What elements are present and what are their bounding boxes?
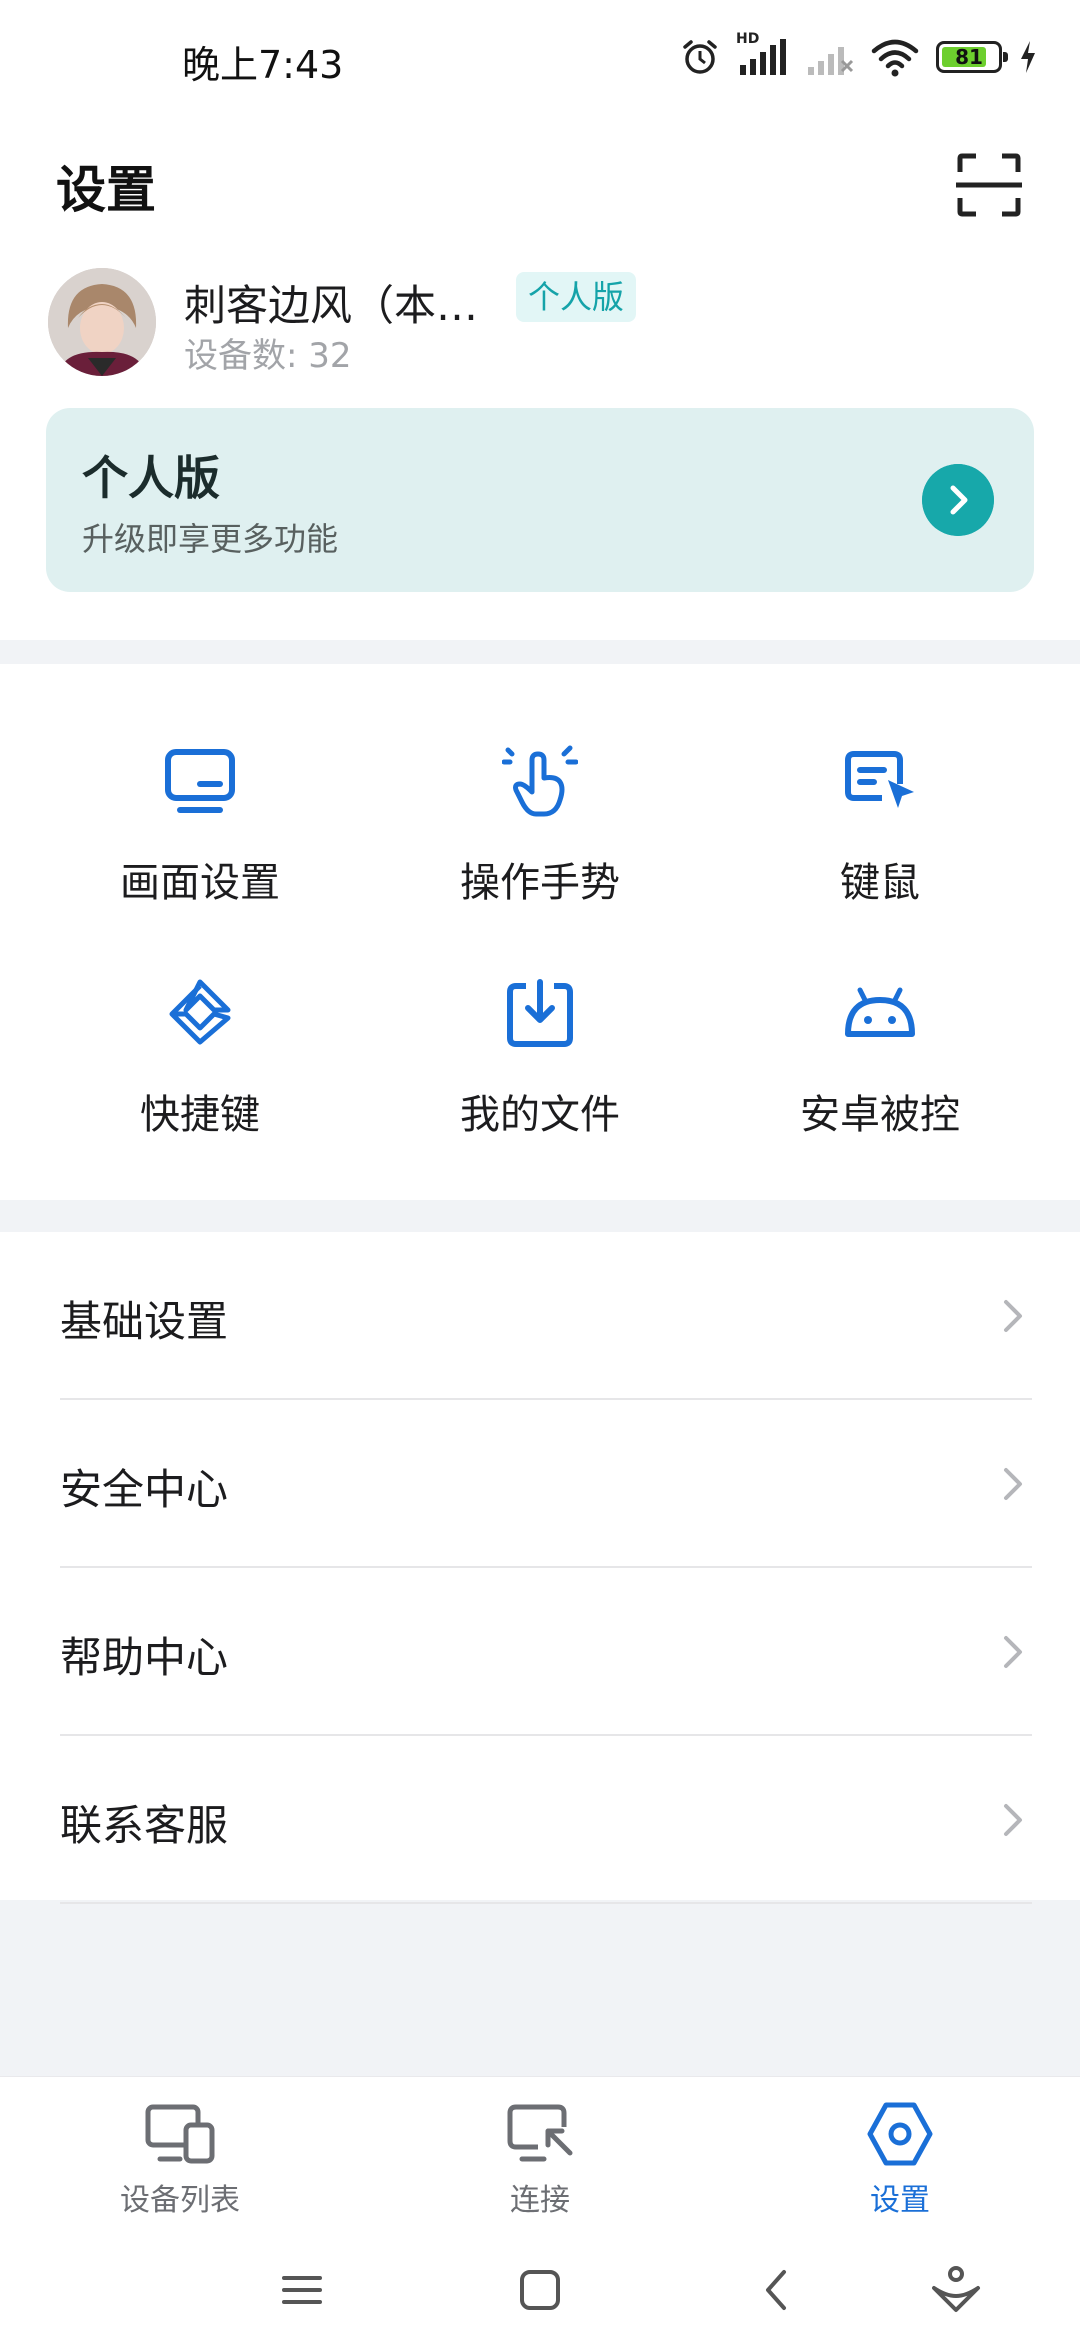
battery-percent: 81 bbox=[955, 45, 983, 69]
edition-badge: 个人版 bbox=[516, 272, 637, 322]
gesture-icon bbox=[502, 745, 578, 817]
no-signal-icon bbox=[808, 47, 854, 75]
tab-connect[interactable]: 连接 bbox=[420, 2091, 660, 2221]
chevron-right-icon bbox=[1004, 1300, 1022, 1332]
status-icons: HD 81 bbox=[680, 31, 1038, 82]
profile-section: 设置 刺客边风（本… 个人版 设备数: 32 个人版 升级即享更多功能 bbox=[0, 120, 1080, 640]
device-count: 设备数: 32 bbox=[184, 336, 352, 376]
settings-list: 基础设置 安全中心 帮助中心 联系客服 bbox=[0, 1232, 1080, 1904]
page-title: 设置 bbox=[56, 161, 156, 219]
chevron-right-icon bbox=[1004, 1636, 1022, 1668]
settings-screen: 晚上7:43 HD 81 设置 刺客边风（本… 个人版 设备数: 32 个人版 … bbox=[0, 0, 1080, 2340]
upgrade-title: 个人版 bbox=[82, 451, 220, 505]
menu-item-security-center[interactable]: 安全中心 bbox=[0, 1400, 1080, 1568]
keyboard-mouse-icon bbox=[845, 751, 914, 808]
chevron-right-icon bbox=[1004, 1804, 1022, 1836]
grid-item-shortcut[interactable]: 快捷键 bbox=[30, 976, 370, 1176]
back-icon[interactable] bbox=[748, 2260, 808, 2320]
menu-label: 基础设置 bbox=[60, 1297, 229, 1346]
grid-item-gesture[interactable]: 操作手势 bbox=[370, 744, 710, 944]
menu-item-help-center[interactable]: 帮助中心 bbox=[0, 1568, 1080, 1736]
menu-item-basic-settings[interactable]: 基础设置 bbox=[0, 1232, 1080, 1400]
grid-item-display[interactable]: 画面设置 bbox=[30, 744, 370, 944]
shortcut-icon bbox=[169, 979, 231, 1045]
grid-label: 安卓被控 bbox=[800, 1092, 960, 1138]
wifi-icon bbox=[871, 39, 919, 77]
tab-label: 设置 bbox=[870, 2183, 930, 2218]
grid-label: 键鼠 bbox=[840, 860, 920, 906]
divider bbox=[60, 1902, 1032, 1904]
alarm-icon bbox=[683, 40, 717, 74]
chevron-right-icon[interactable] bbox=[922, 464, 994, 536]
devices-icon bbox=[145, 2104, 215, 2164]
grid-label: 我的文件 bbox=[460, 1092, 620, 1138]
grid-item-keyboard-mouse[interactable]: 键鼠 bbox=[710, 744, 1050, 944]
menu-label: 安全中心 bbox=[60, 1465, 229, 1514]
grid-item-android-control[interactable]: 安卓被控 bbox=[710, 976, 1050, 1176]
battery-icon: 81 bbox=[936, 41, 1008, 73]
display-icon bbox=[165, 749, 235, 813]
menu-icon[interactable] bbox=[272, 2260, 332, 2320]
tab-label: 连接 bbox=[510, 2183, 570, 2218]
signal-strength-icon: HD bbox=[736, 31, 790, 79]
tab-label: 设备列表 bbox=[120, 2183, 240, 2218]
home-icon[interactable] bbox=[510, 2260, 570, 2320]
grid-label: 快捷键 bbox=[140, 1092, 260, 1138]
grid-label: 操作手势 bbox=[460, 860, 620, 906]
bottom-tab-bar: 设备列表 连接 设置 bbox=[0, 2076, 1080, 2236]
android-icon bbox=[845, 987, 915, 1037]
tab-settings[interactable]: 设置 bbox=[780, 2091, 1020, 2221]
settings-icon bbox=[867, 2102, 933, 2166]
tab-device-list[interactable]: 设备列表 bbox=[60, 2091, 300, 2221]
avatar[interactable] bbox=[48, 268, 156, 376]
assistant-icon[interactable] bbox=[926, 2260, 986, 2320]
menu-label: 帮助中心 bbox=[60, 1633, 229, 1682]
menu-label: 联系客服 bbox=[60, 1801, 229, 1850]
menu-item-contact-support[interactable]: 联系客服 bbox=[0, 1736, 1080, 1904]
user-name[interactable]: 刺客边风（本… bbox=[184, 272, 478, 333]
system-navigation-bar bbox=[0, 2236, 1080, 2340]
grid-item-my-files[interactable]: 我的文件 bbox=[370, 976, 710, 1176]
status-bar: 晚上7:43 HD 81 bbox=[0, 0, 1080, 120]
scan-icon[interactable] bbox=[954, 150, 1024, 220]
grid-label: 画面设置 bbox=[120, 860, 280, 906]
file-download-icon bbox=[507, 979, 573, 1047]
charging-icon bbox=[1021, 41, 1035, 73]
connect-icon bbox=[507, 2104, 573, 2162]
status-time: 晚上7:43 bbox=[182, 43, 344, 87]
upgrade-card[interactable]: 个人版 升级即享更多功能 bbox=[46, 408, 1034, 592]
chevron-right-icon bbox=[1004, 1468, 1022, 1500]
feature-grid: 画面设置 操作手势 键鼠 快捷键 我的文件 安卓被控 bbox=[0, 664, 1080, 1200]
upgrade-subtitle: 升级即享更多功能 bbox=[82, 520, 339, 558]
